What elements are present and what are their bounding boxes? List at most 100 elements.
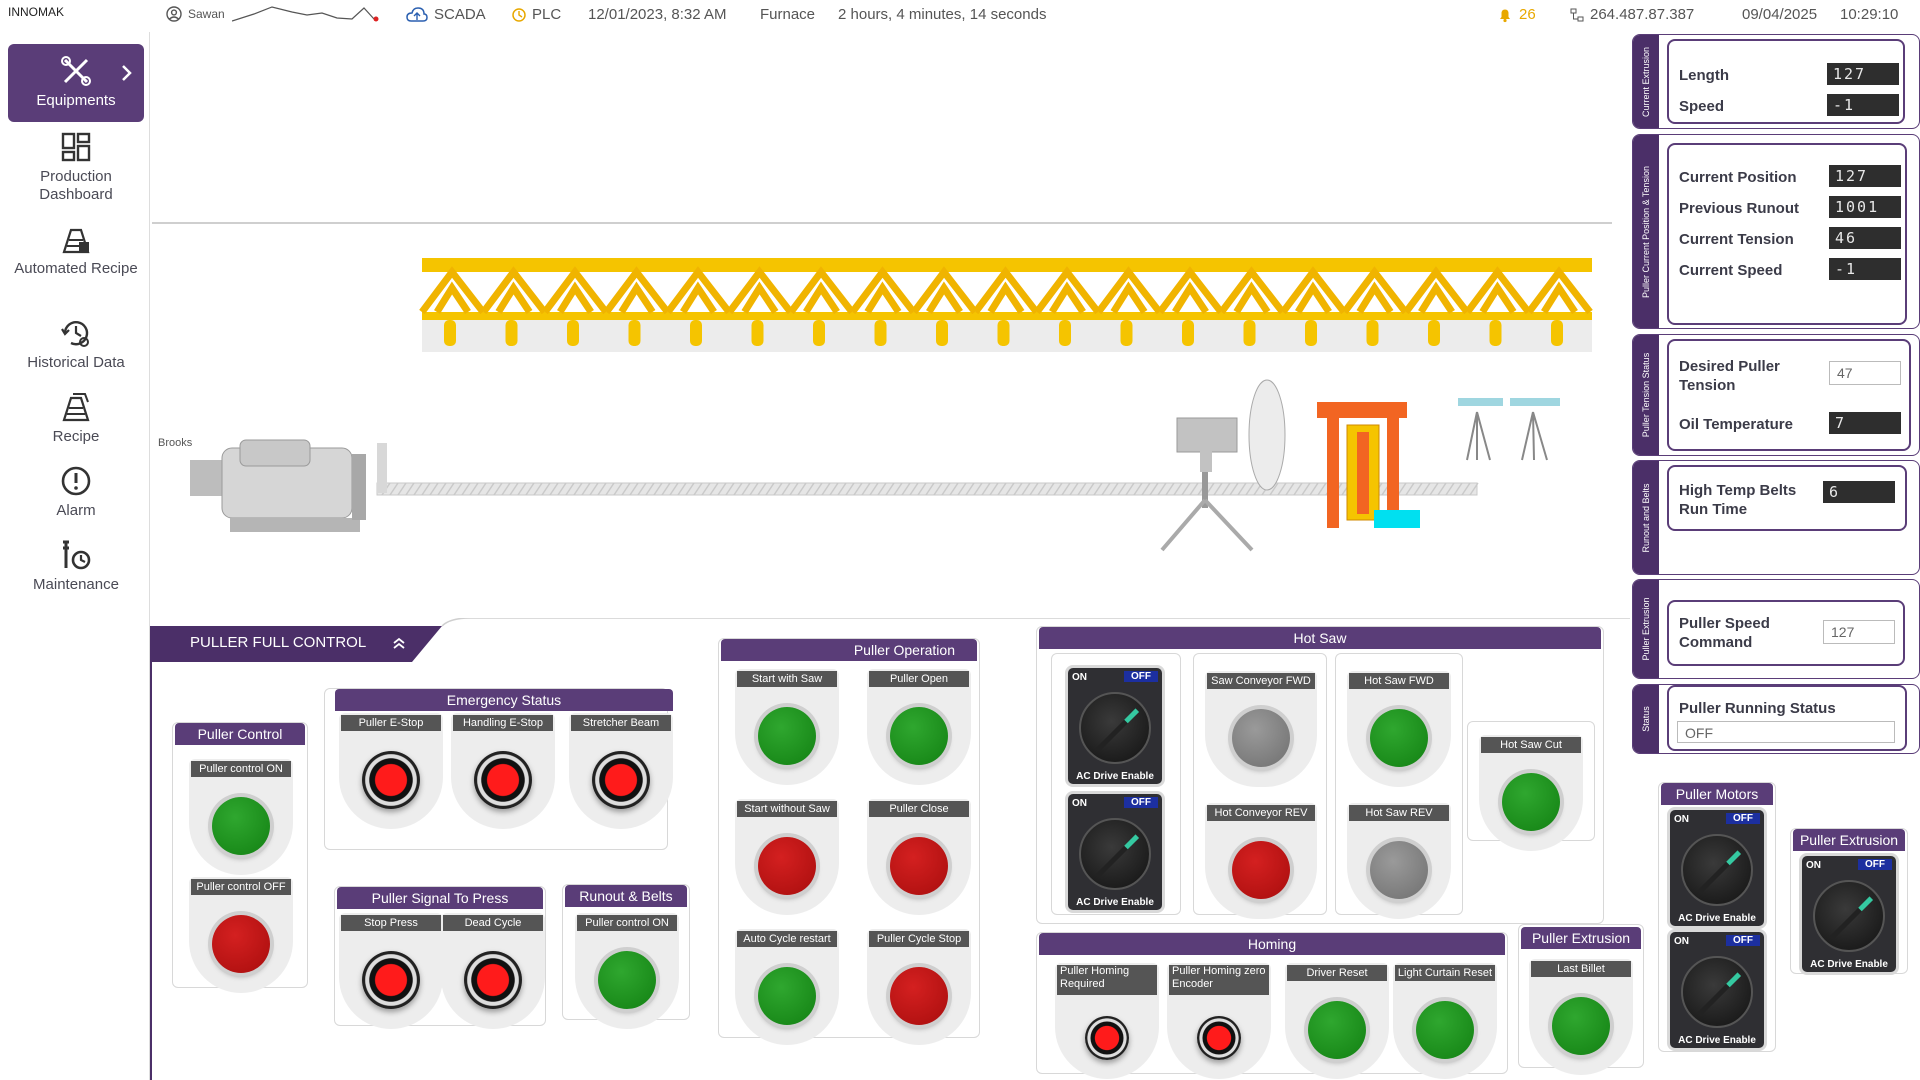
sidebar-item-equipments[interactable]: Equipments	[8, 44, 144, 122]
auto-cycle-restart-button[interactable]: Auto Cycle restart	[735, 929, 839, 1045]
collapse-icon[interactable]	[392, 636, 406, 650]
truss-segment	[419, 266, 486, 315]
truss-segment	[480, 266, 548, 315]
plc-status[interactable]: PLC	[512, 6, 561, 23]
furnace-label: Furnace	[760, 6, 816, 23]
truss-segment	[1280, 266, 1347, 315]
scada-status[interactable]: SCADA	[406, 6, 486, 23]
selector-dial-icon	[1079, 692, 1151, 764]
truss-segment	[1157, 266, 1224, 315]
light-curtain-reset-button[interactable]: Light Curtain Reset	[1393, 963, 1497, 1079]
indicator-lamp	[212, 797, 270, 856]
automated-recipe-icon	[62, 228, 90, 254]
estop-icon	[1197, 1016, 1241, 1061]
puller-estop-button[interactable]: Puller E-Stop	[339, 713, 443, 829]
puller-control-off-button[interactable]: Puller control OFF	[189, 877, 293, 993]
sidebar-item-automated-recipe[interactable]: Automated Recipe	[8, 222, 144, 278]
puller-motor-selector[interactable]: ON OFF AC Drive Enable	[1667, 929, 1767, 1051]
hot-saw-rev-button[interactable]: Hot Saw REV	[1347, 803, 1451, 919]
maintenance-icon	[63, 540, 91, 570]
truss-segment	[1403, 266, 1470, 315]
sidebar-item-historical-data[interactable]: Historical Data	[8, 316, 144, 372]
status-tab: Status	[1633, 685, 1659, 753]
indicator-lamp	[758, 707, 816, 766]
control-header-title: PULLER FULL CONTROL	[190, 634, 367, 651]
alerts-indicator[interactable]: 26	[1497, 6, 1536, 23]
puller-extrusion-selector-panel: Puller Extrusion ON OFF AC Drive Enable	[1790, 828, 1908, 975]
indicator-lamp	[758, 837, 816, 896]
last-billet-button[interactable]: Last Billet	[1529, 959, 1633, 1075]
hot-saw-cut-button[interactable]: Hot Saw Cut	[1479, 735, 1583, 851]
top-status-bar: INNOMAK Sawan SCADA PLC 12/01/2023, 8:32…	[0, 0, 1920, 32]
stop-press-button[interactable]: Stop Press	[339, 913, 443, 1029]
sidebar-item-production-dashboard[interactable]: Production Dashboard	[8, 130, 144, 204]
sidebar-item-maintenance[interactable]: Maintenance	[8, 538, 144, 594]
hot-saw-fwd-button[interactable]: Hot Saw FWD	[1347, 671, 1451, 787]
hot-conveyor-rev-button[interactable]: Hot Conveyor REV	[1205, 803, 1317, 919]
start-with-saw-button[interactable]: Start with Saw	[735, 669, 839, 785]
indicator-lamp	[758, 967, 816, 1026]
stretcher-grippers	[1458, 398, 1560, 461]
current-tension-value: 46	[1829, 227, 1901, 249]
clock-icon	[512, 7, 526, 22]
puller-cycle-stop-button[interactable]: Puller Cycle Stop	[867, 929, 971, 1045]
indicator-lamp	[212, 915, 270, 974]
indicator-lamp	[1370, 709, 1428, 768]
puller-close-button[interactable]: Puller Close	[867, 799, 971, 915]
puller-extrusion-selector[interactable]: ON OFF AC Drive Enable	[1799, 853, 1899, 975]
previous-runout-value: 1001	[1829, 196, 1901, 218]
stretcher-beam-button[interactable]: Stretcher Beam	[569, 713, 673, 829]
gantry-leg	[874, 320, 887, 346]
driver-reset-button[interactable]: Driver Reset	[1285, 963, 1389, 1079]
emergency-status-panel: Emergency Status Puller E-Stop Handling …	[324, 688, 673, 850]
puller-homing-required-button[interactable]: Puller Homing Required	[1055, 963, 1159, 1079]
desired-tension-label: Desired Puller Tension	[1679, 358, 1780, 394]
indicator-lamp	[890, 967, 948, 1026]
saw-conveyor-fwd-button[interactable]: Saw Conveyor FWD	[1205, 671, 1317, 787]
current-extrusion-tab: Current Extrusion	[1633, 35, 1659, 128]
estop-icon	[464, 951, 522, 1010]
speed-command-input[interactable]: 127	[1823, 620, 1895, 644]
puller-homing-zero-encoder-button[interactable]: Puller Homing zero Encoder	[1167, 963, 1271, 1079]
puller-motor-selector[interactable]: ON OFF AC Drive Enable	[1667, 807, 1767, 929]
truss-segment	[1034, 266, 1101, 315]
estop-icon	[362, 951, 420, 1010]
user-info[interactable]: Sawan	[166, 6, 225, 22]
estop-icon	[362, 751, 420, 810]
current-position-value: 127	[1829, 165, 1901, 187]
gantry-leg	[690, 320, 702, 346]
puller-extrusion-panel: Puller Extrusion Last Billet	[1518, 924, 1644, 1075]
runout-belts-tab: Runout and Belts	[1633, 461, 1659, 574]
sidebar-item-label: Maintenance	[33, 576, 119, 593]
gantry-leg	[1182, 320, 1194, 346]
status-box: Puller Running Status OFF	[1667, 685, 1907, 751]
runout-control-on-button[interactable]: Puller control ON	[575, 913, 679, 1029]
running-status-label: Puller Running Status	[1679, 700, 1836, 717]
speed-command-label: Puller Speed Command	[1679, 615, 1770, 651]
gantry-leg	[813, 320, 825, 346]
desired-tension-input[interactable]: 47	[1829, 361, 1901, 385]
dead-cycle-button[interactable]: Dead Cycle	[441, 913, 545, 1029]
start-without-saw-button[interactable]: Start without Saw	[735, 799, 839, 915]
press-machine	[190, 439, 366, 532]
gantry-leg	[1551, 320, 1563, 346]
speed-label: Speed	[1679, 98, 1725, 115]
current-extrusion-group: Current Extrusion Length 127 Speed -1	[1632, 34, 1920, 129]
ac-drive-enable-selector[interactable]: ON OFF AC Drive Enable	[1065, 791, 1165, 913]
puller-position-group: Puller Current Position & Tension Curren…	[1632, 134, 1920, 329]
puller-control-on-button[interactable]: Puller control ON	[189, 759, 293, 875]
ac-drive-enable-selector[interactable]: ON OFF AC Drive Enable	[1065, 665, 1165, 787]
puller-unit	[1317, 402, 1420, 528]
indicator-lamp	[598, 951, 656, 1010]
panel-title: Puller Control	[175, 723, 305, 745]
sidebar-item-alarm[interactable]: Alarm	[8, 464, 144, 520]
handling-estop-button[interactable]: Handling E-Stop	[451, 713, 555, 829]
sidebar-item-recipe[interactable]: Recipe	[8, 390, 144, 446]
sparkline-icon	[232, 6, 379, 22]
gantry-leg	[1243, 320, 1256, 346]
length-value: 127	[1827, 63, 1899, 85]
puller-open-button[interactable]: Puller Open	[867, 669, 971, 785]
panel-title: Hot Saw	[1039, 627, 1601, 649]
plc-label: PLC	[532, 6, 562, 23]
puller-tension-tab: Puller Tension Status	[1633, 335, 1659, 455]
